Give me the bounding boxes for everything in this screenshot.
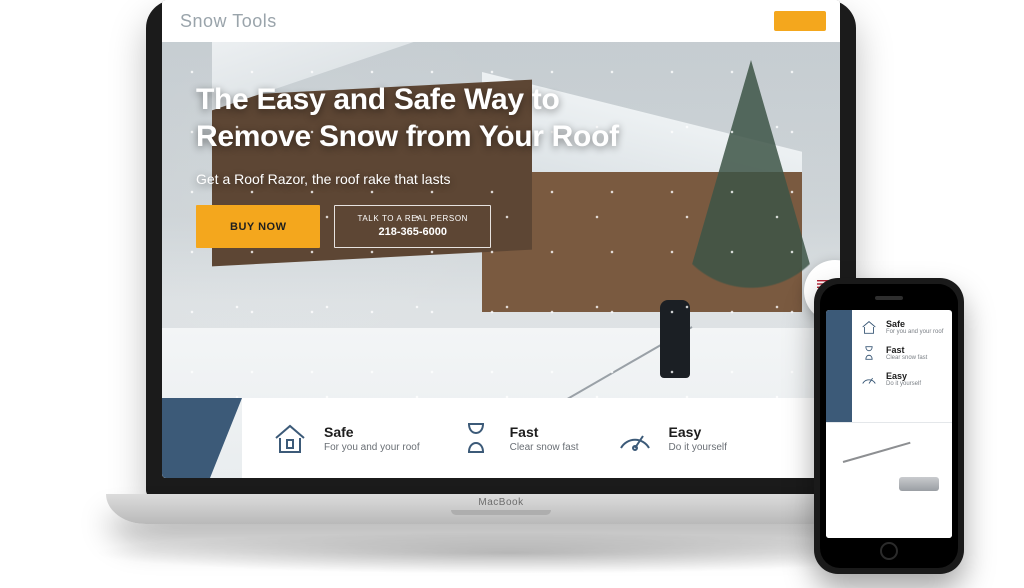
- phone-top-bezel: [820, 284, 958, 310]
- feature-title: Fast: [886, 345, 927, 355]
- buy-now-button[interactable]: BUY NOW: [196, 205, 320, 248]
- laptop-base: MacBook: [106, 494, 896, 524]
- feature-title: Safe: [886, 319, 943, 329]
- laptop-brand-label: MacBook: [106, 497, 896, 508]
- hourglass-icon: [456, 418, 496, 458]
- phone-feature-fast: Fast Clear snow fast: [860, 344, 944, 362]
- feature-title: Fast: [510, 424, 579, 440]
- gauge-icon: [615, 418, 655, 458]
- device-shadow: [90, 532, 930, 574]
- call-button[interactable]: TALK TO A REAL PERSON 218-365-6000: [334, 205, 491, 248]
- feature-desc: Clear snow fast: [886, 355, 927, 361]
- roof-rake-icon: [839, 451, 939, 511]
- feature-desc: Clear snow fast: [510, 442, 579, 453]
- hero-section: The Easy and Safe Way to Remove Snow fro…: [162, 42, 840, 478]
- hourglass-icon: [860, 344, 878, 362]
- phone-feature-safe: Safe For you and your roof: [860, 318, 944, 336]
- hero-subtitle: Get a Roof Razor, the roof rake that las…: [196, 171, 626, 187]
- header-cta-button[interactable]: [774, 11, 826, 31]
- phone-mockup: Safe For you and your roof Fast Clear sn…: [814, 278, 964, 574]
- phone-wedge-decoration: [826, 310, 852, 422]
- feature-safe: Safe For you and your roof: [270, 418, 420, 458]
- call-button-line1: TALK TO A REAL PERSON: [357, 214, 468, 224]
- hero-title: The Easy and Safe Way to Remove Snow fro…: [196, 82, 626, 155]
- phone-feature-easy: Easy Do it yourself: [860, 370, 944, 388]
- feature-fast: Fast Clear snow fast: [456, 418, 579, 458]
- phone-features-list: Safe For you and your roof Fast Clear sn…: [852, 310, 952, 422]
- feature-title: Easy: [886, 371, 921, 381]
- laptop-mockup: Snow Tools The Easy and Safe Way t: [106, 0, 896, 538]
- call-button-line2: 218-365-6000: [357, 225, 468, 239]
- site-header: Snow Tools: [162, 0, 840, 42]
- feature-desc: Do it yourself: [669, 442, 727, 453]
- feature-desc: For you and your roof: [324, 442, 420, 453]
- site-logo[interactable]: Snow Tools: [180, 11, 277, 32]
- phone-screen: Safe For you and your roof Fast Clear sn…: [826, 310, 952, 538]
- laptop-notch: [451, 510, 551, 515]
- feature-title: Safe: [324, 424, 420, 440]
- feature-desc: Do it yourself: [886, 381, 921, 387]
- house-shield-icon: [270, 418, 310, 458]
- feature-easy: Easy Do it yourself: [615, 418, 727, 458]
- house-shield-icon: [860, 318, 878, 336]
- feature-title: Easy: [669, 424, 727, 440]
- phone-home-button[interactable]: [880, 542, 898, 560]
- wedge-decoration: [162, 398, 242, 478]
- phone-product-image: [826, 422, 952, 538]
- feature-desc: For you and your roof: [886, 329, 943, 335]
- features-bar: Safe For you and your roof Fast: [162, 398, 840, 478]
- website-page: Snow Tools The Easy and Safe Way t: [162, 0, 840, 478]
- gauge-icon: [860, 370, 878, 388]
- phone-speaker: [875, 296, 903, 300]
- laptop-screen: Snow Tools The Easy and Safe Way t: [162, 0, 840, 478]
